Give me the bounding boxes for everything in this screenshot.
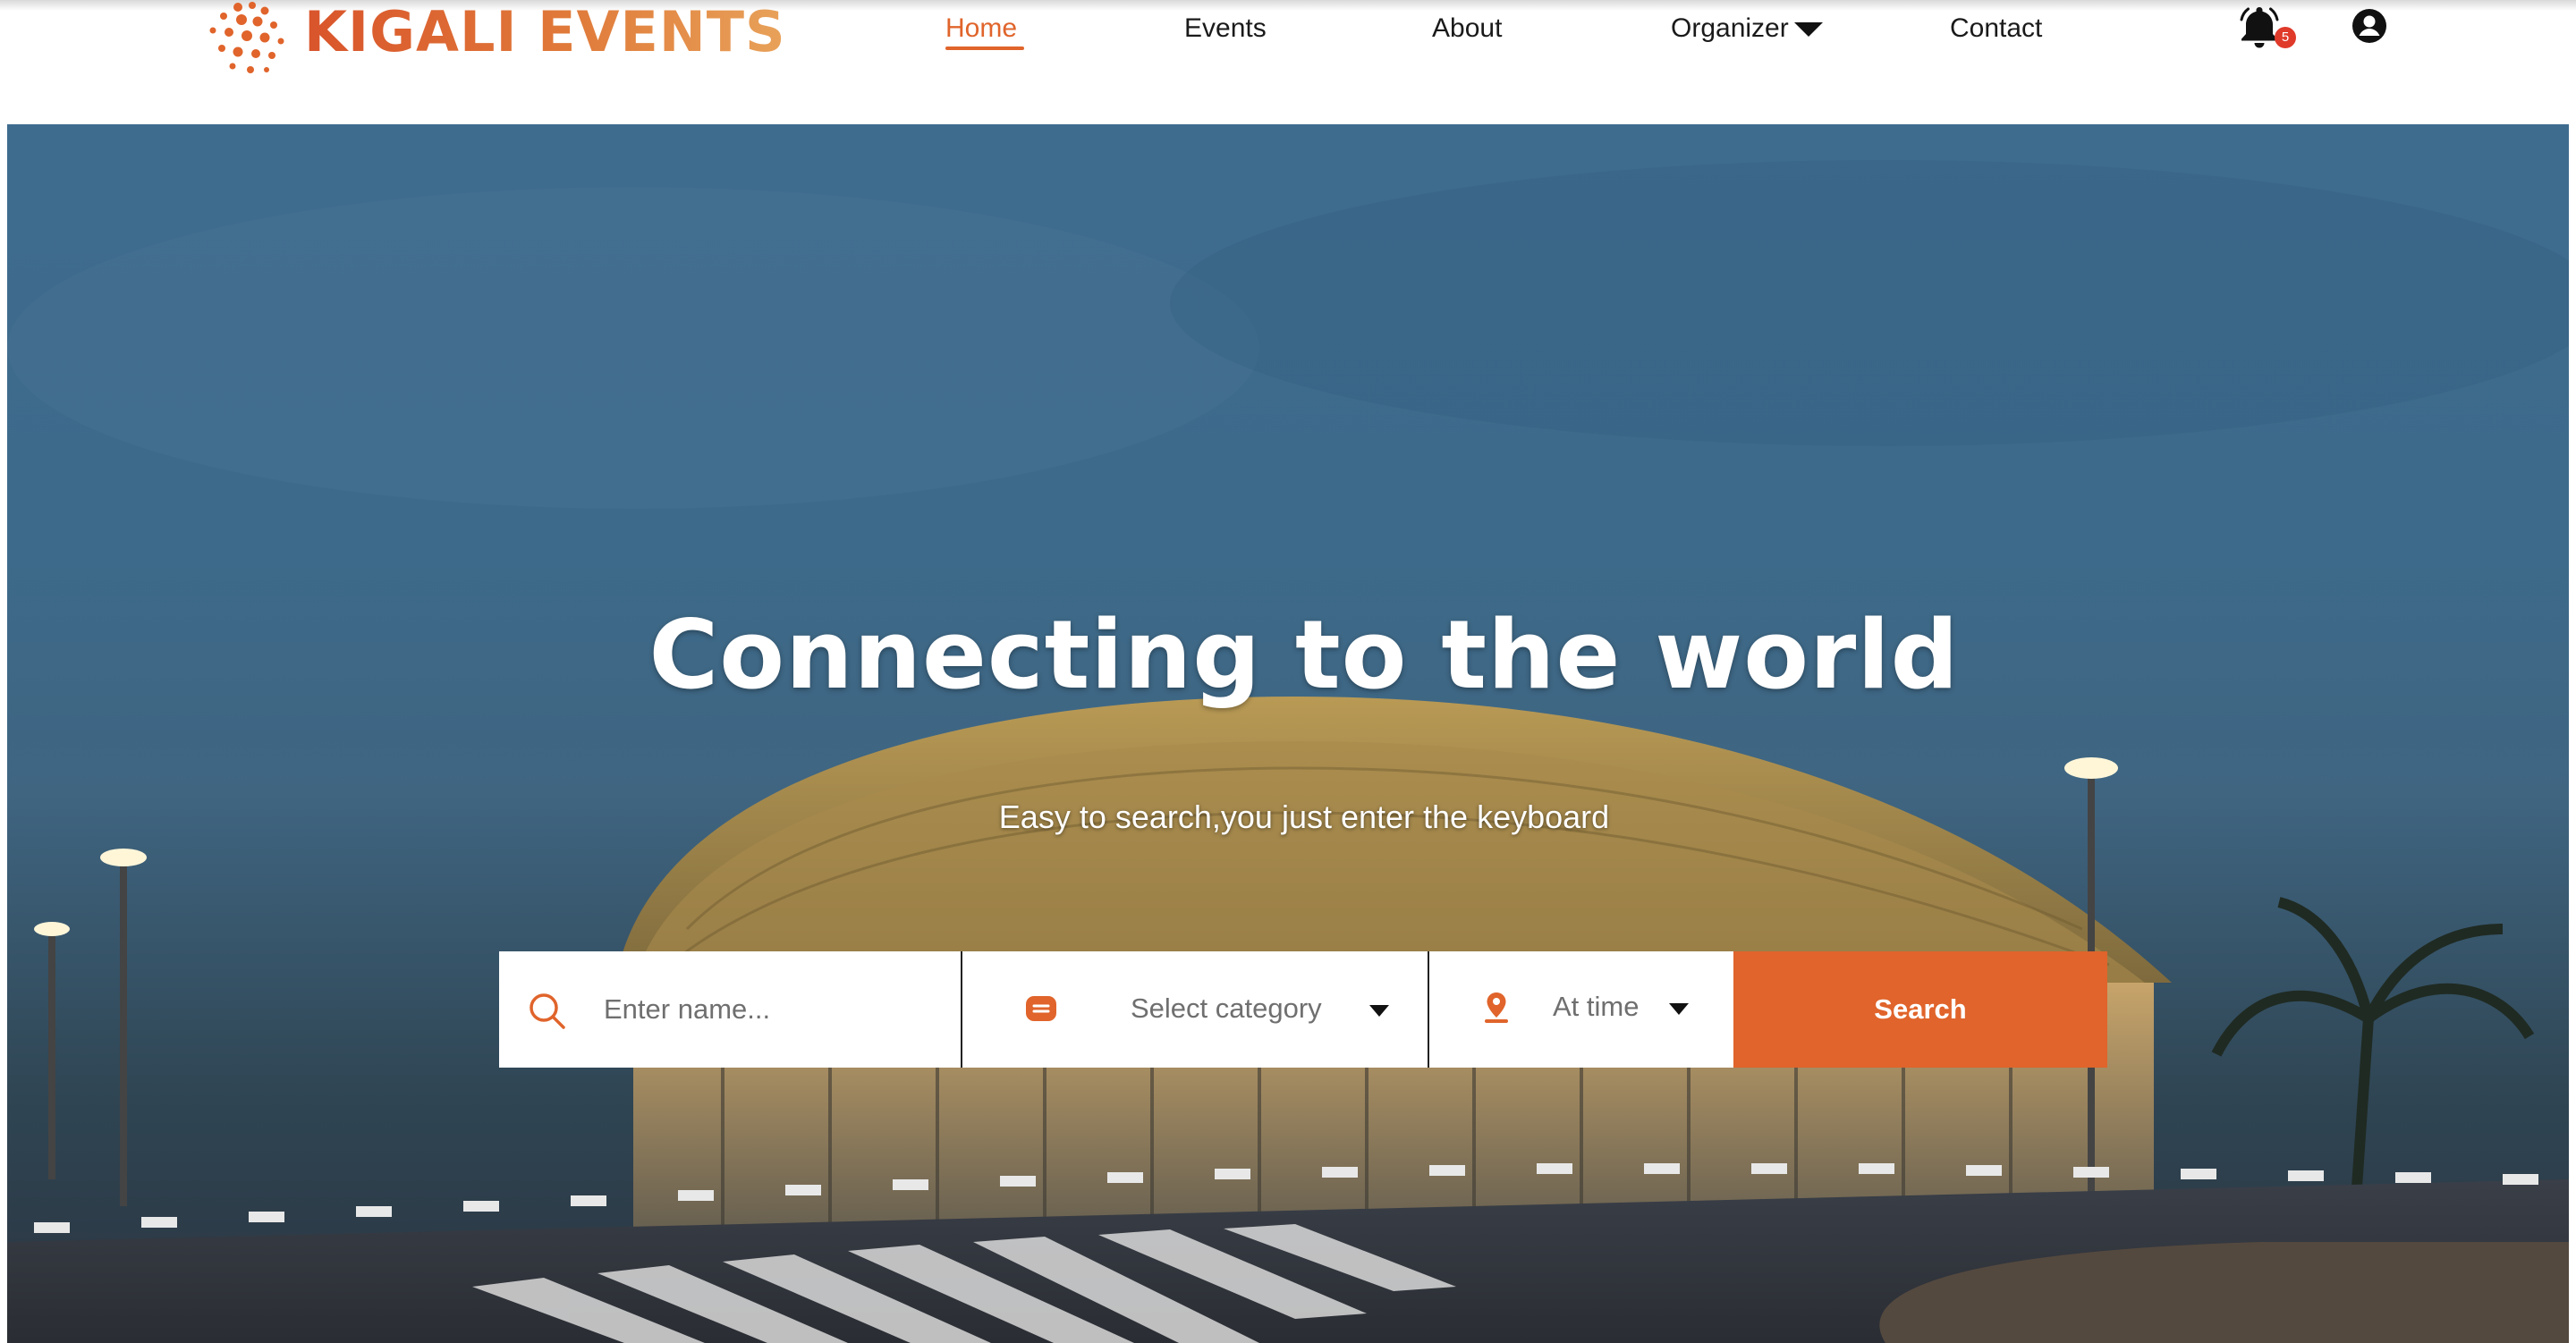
search-icon: [530, 993, 565, 1029]
chevron-down-icon: [1793, 22, 1823, 38]
nav-home[interactable]: Home: [945, 11, 1017, 46]
nav-organizer[interactable]: Organizer: [1671, 11, 1823, 46]
user-circle-icon[interactable]: [2351, 7, 2388, 45]
location-pin-icon: [1485, 992, 1508, 1023]
hero-banner: Connecting to the world Easy to search,y…: [7, 124, 2569, 1343]
time-select[interactable]: At time: [1428, 951, 1733, 1068]
category-icon: [1026, 996, 1056, 1021]
nav-contact[interactable]: Contact: [1950, 11, 2042, 46]
chevron-down-icon: [1369, 1005, 1389, 1017]
event-search-bar: Select category At time Search: [499, 951, 2107, 1068]
brand-name: KIGALI EVENTS: [304, 0, 786, 64]
name-search-field[interactable]: [499, 951, 961, 1068]
chevron-down-icon: [1669, 1003, 1689, 1015]
hero-subtitle: Easy to search,you just enter the keyboa…: [998, 798, 1610, 835]
search-button[interactable]: Search: [1733, 951, 2107, 1068]
hero-background-arena-image: [7, 160, 2569, 1343]
category-select[interactable]: Select category: [961, 951, 1428, 1068]
nav-organizer-label: Organizer: [1671, 13, 1789, 43]
brand-logo[interactable]: KIGALI EVENTS: [202, 0, 786, 77]
nav-active-underline: [945, 46, 1024, 50]
logo-dots-icon: [209, 2, 284, 73]
nav-about[interactable]: About: [1432, 11, 1502, 46]
category-select-label: Select category: [1131, 992, 1322, 1024]
hero-title: Connecting to the world: [648, 600, 1960, 710]
notification-count-badge: 5: [2275, 27, 2296, 48]
event-name-input[interactable]: [604, 989, 935, 1030]
nav-events[interactable]: Events: [1184, 11, 1267, 46]
time-select-label: At time: [1553, 991, 1640, 1022]
